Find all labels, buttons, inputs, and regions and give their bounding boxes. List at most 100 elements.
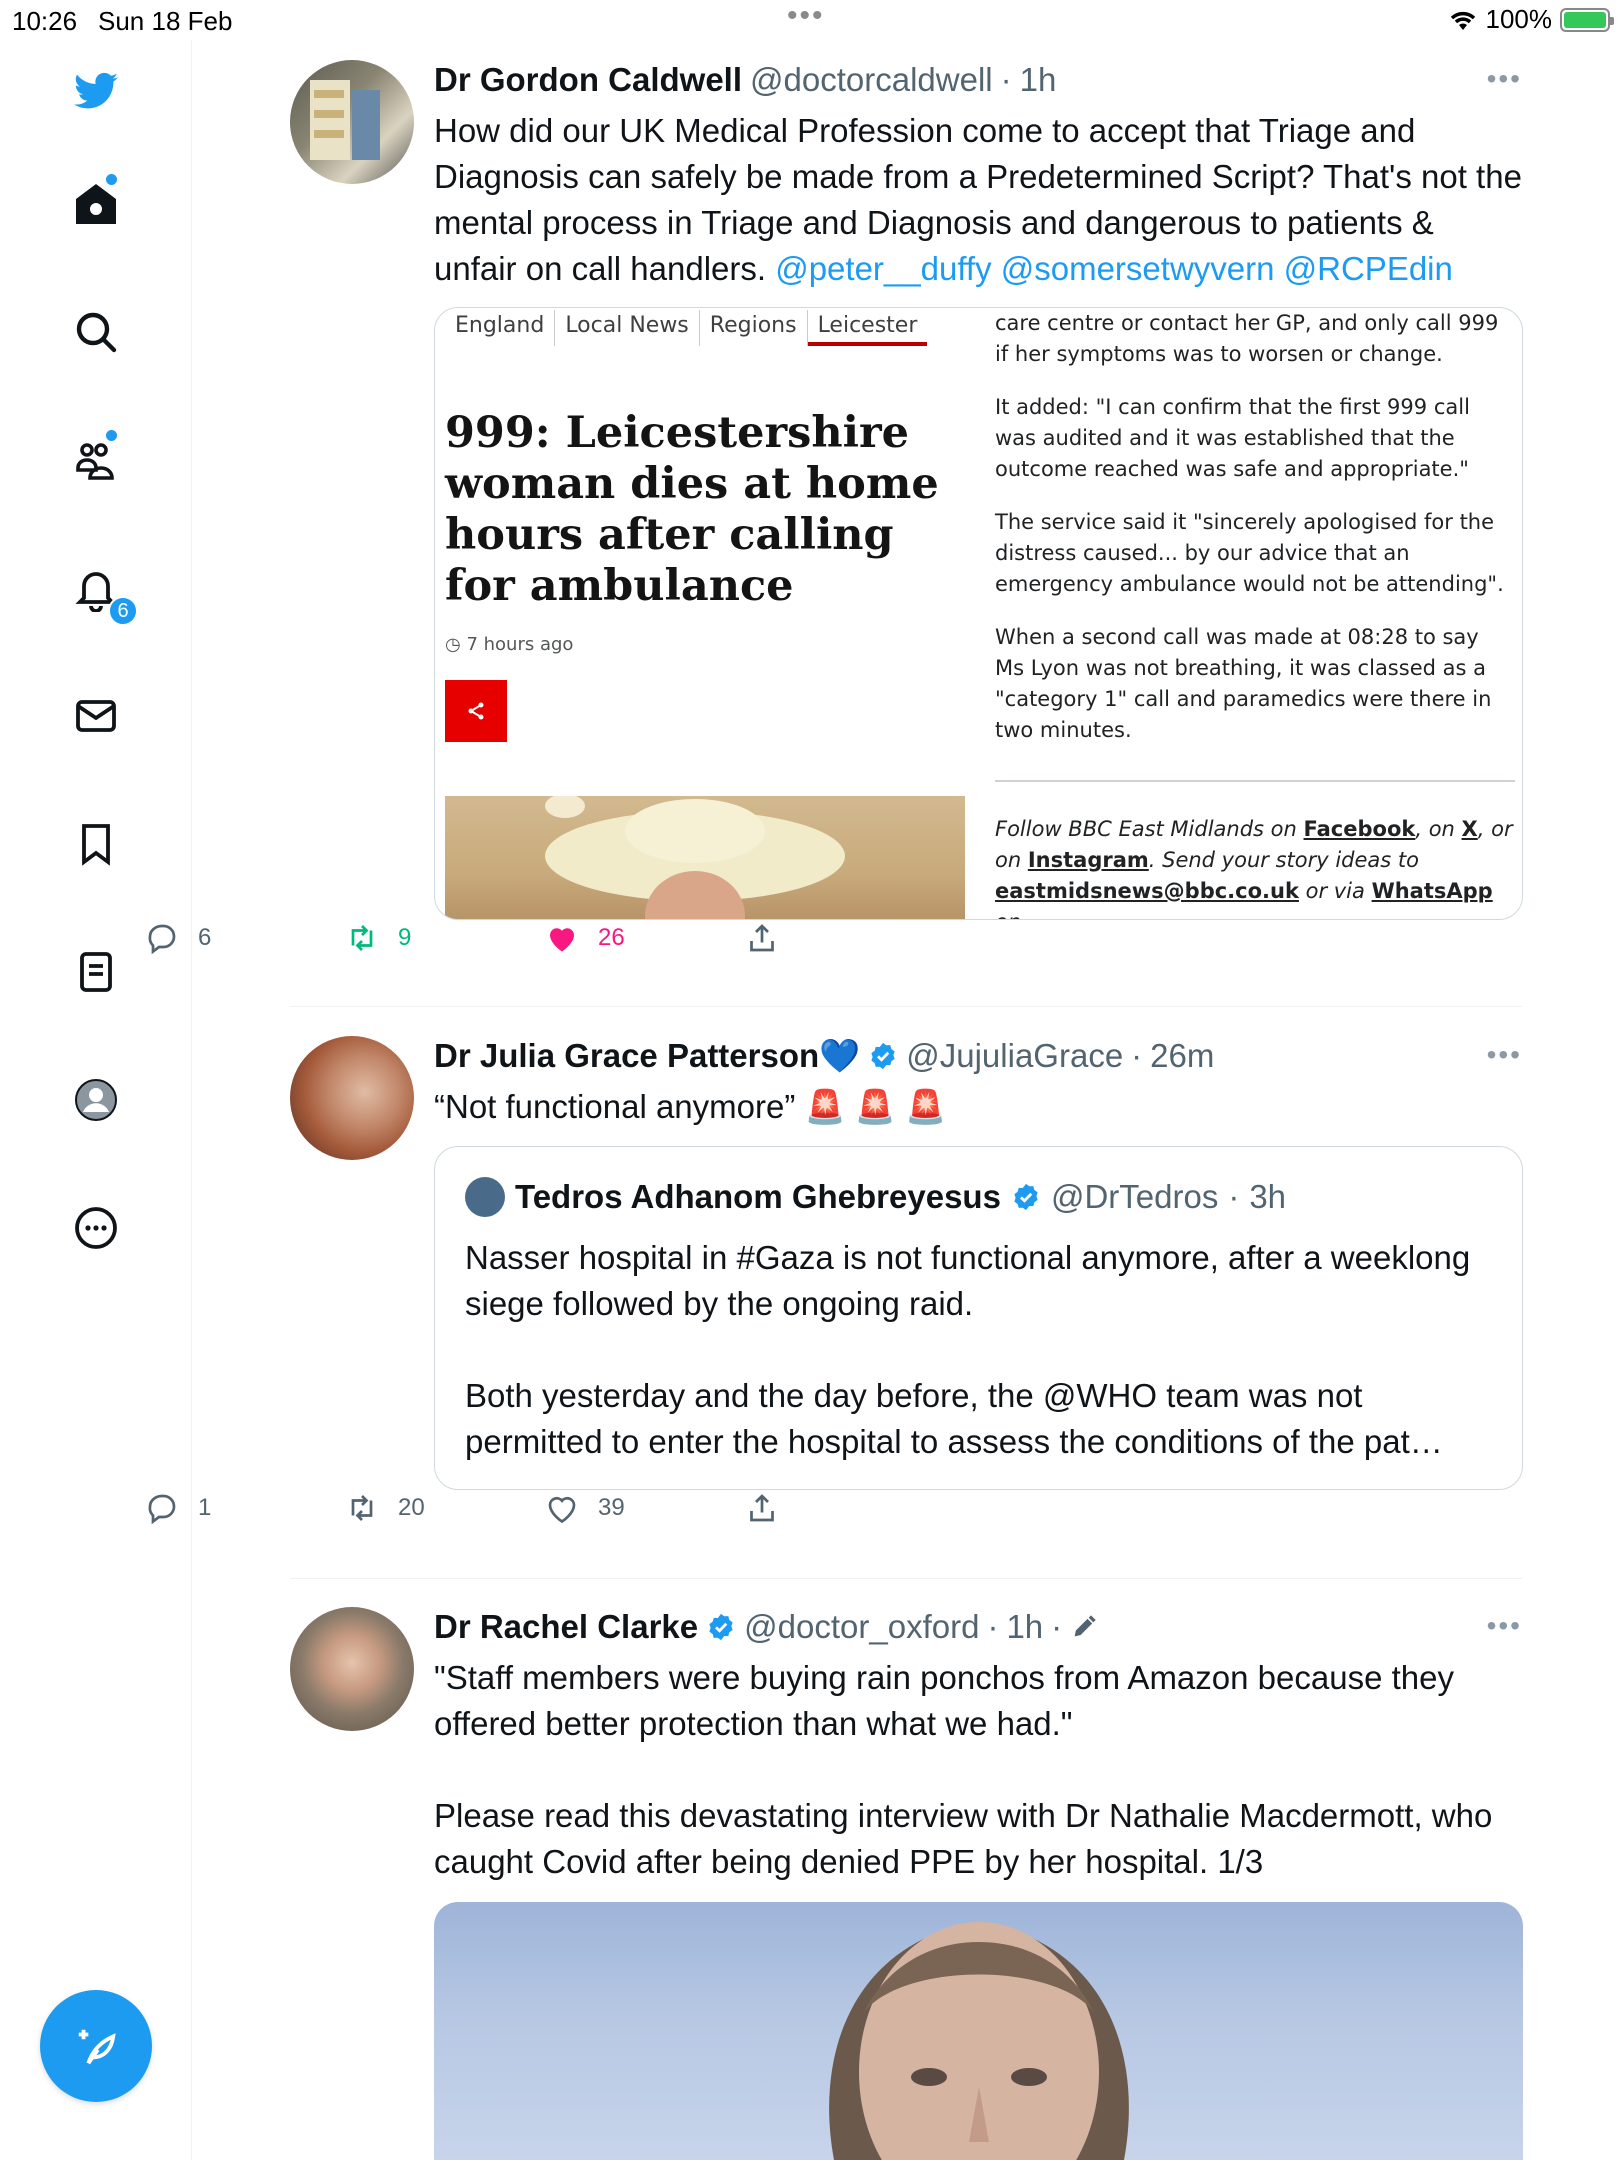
tweet-content: Dr Julia Grace Patterson💙 @JujuliaGrace … (434, 1036, 1522, 1130)
tweet-time[interactable]: 26m (1150, 1036, 1214, 1076)
tweet-media-image[interactable] (434, 1902, 1523, 2160)
reply-icon (148, 924, 176, 955)
tweet-more-icon[interactable]: ••• (1487, 65, 1522, 93)
author-handle[interactable]: @doctorcaldwell (750, 60, 993, 100)
tweet-mentions[interactable]: @peter__duffy @somersetwyvern @RCPEdin (775, 250, 1453, 287)
twitter-bird-icon[interactable] (66, 62, 126, 122)
follow-text: or via (1298, 879, 1372, 903)
separator-dot: · (1228, 1178, 1240, 1215)
reply-count: 6 (198, 924, 212, 951)
tweet-content: Dr Rachel Clarke @doctor_oxford · 1h · "… (434, 1607, 1522, 1885)
tweet-content: Dr Gordon Caldwell @doctorcaldwell · 1h … (434, 60, 1522, 292)
home-icon[interactable] (66, 174, 126, 234)
tweet-divider (290, 1578, 1522, 1579)
article-body: care centre or contact her GP, and only … (995, 308, 1510, 768)
share-upload-icon (750, 924, 774, 952)
multitasking-dots-icon[interactable]: ••• (787, 1, 825, 31)
clock-icon: ◷ (445, 634, 461, 655)
edited-pencil-icon[interactable] (1070, 1613, 1098, 1641)
quoted-tweet-time: 3h (1249, 1178, 1287, 1215)
avatar[interactable] (290, 1607, 414, 1731)
avatar[interactable] (290, 60, 414, 184)
like-button[interactable]: 39 (544, 1490, 625, 1526)
author-handle[interactable]: @JujuliaGrace (906, 1036, 1123, 1076)
quoted-tweet[interactable]: Tedros Adhanom Ghebreyesus @DrTedros · 3… (434, 1146, 1523, 1490)
article-divider (995, 780, 1515, 782)
verified-badge-icon (871, 1042, 895, 1070)
tweet-text: “Not functional anymore” 🚨 🚨 🚨 (434, 1088, 947, 1125)
portrait-photo (829, 1922, 1129, 2160)
status-right: 100% (1448, 4, 1614, 35)
compose-feather-icon[interactable] (40, 1990, 152, 2102)
tweet-header: Dr Gordon Caldwell @doctorcaldwell · 1h (434, 60, 1522, 100)
communities-unread-dot (106, 430, 117, 441)
article-nav-item-active: Leicester (807, 310, 928, 346)
follow-facebook: Facebook (1303, 817, 1416, 841)
follow-text: on (995, 910, 1021, 919)
separator-dot: · (1000, 61, 1012, 98)
like-count: 26 (598, 924, 625, 951)
reply-button[interactable]: 6 (144, 920, 211, 956)
share-button[interactable] (744, 1490, 780, 1526)
article-paragraph: The service said it "sincerely apologise… (995, 510, 1504, 596)
quoted-text-paragraph: Both yesterday and the day before, the @… (465, 1377, 1443, 1460)
messages-envelope-icon[interactable] (66, 686, 126, 746)
quoted-tweet-text: Nasser hospital in #Gaza is not function… (465, 1235, 1492, 1465)
author-name[interactable]: Dr Julia Grace Patterson💙 (434, 1036, 860, 1076)
tweet-text: How did our UK Medical Profession come t… (434, 108, 1522, 292)
follow-text: , on (1415, 817, 1462, 841)
quoted-avatar (465, 1177, 505, 1217)
tweet-time[interactable]: 1h (1006, 1607, 1043, 1647)
article-nav-item: England (445, 310, 556, 346)
article-time-text: 7 hours ago (466, 634, 574, 655)
reply-count: 1 (198, 1494, 212, 1521)
tweet-paragraph: Please read this devastating interview w… (434, 1797, 1493, 1880)
article-nav-item: Local News (555, 310, 700, 346)
status-date: Sun 18 Feb (98, 6, 233, 36)
avatar[interactable] (290, 1036, 414, 1160)
article-photo (445, 796, 965, 919)
follow-instagram: Instagram (1027, 848, 1149, 872)
lists-icon[interactable] (66, 942, 126, 1002)
article-headline: 999: Leicestershire woman dies at home h… (445, 408, 939, 611)
communities-icon[interactable] (66, 430, 126, 490)
separator-dot: · (987, 1608, 999, 1645)
follow-whatsapp: WhatsApp (1371, 879, 1493, 903)
status-bar: 10:26 Sun 18 Feb ••• 100% (0, 0, 1620, 40)
search-icon[interactable] (66, 302, 126, 362)
tweet-time[interactable]: 1h (1020, 60, 1057, 100)
heart-filled-icon (550, 928, 574, 952)
tweet-more-icon[interactable]: ••• (1487, 1612, 1522, 1640)
author-handle[interactable]: @doctor_oxford (744, 1607, 979, 1647)
tweet-header: Dr Rachel Clarke @doctor_oxford · 1h · (434, 1607, 1522, 1647)
article-nav-item: Regions (700, 310, 808, 346)
article-paragraph: It added: "I can confirm that the first … (995, 395, 1470, 481)
tweet-text: "Staff members were buying rain ponchos … (434, 1655, 1522, 1885)
retweet-button[interactable]: 9 (344, 920, 411, 956)
bookmark-icon[interactable] (66, 814, 126, 874)
retweet-button[interactable]: 20 (344, 1490, 425, 1526)
share-upload-icon (750, 1494, 774, 1522)
article-paragraph: care centre or contact her GP, and only … (995, 311, 1499, 366)
tweet-more-icon[interactable]: ••• (1487, 1041, 1522, 1069)
share-icon (445, 680, 507, 742)
status-time: 10:26 (12, 6, 78, 36)
like-count: 39 (598, 1494, 625, 1521)
more-circle-icon[interactable] (66, 1198, 126, 1258)
profile-avatar-icon[interactable] (66, 1070, 126, 1130)
article-time: ◷ 7 hours ago (445, 634, 573, 655)
follow-x: X (1461, 817, 1478, 841)
like-button[interactable]: 26 (544, 920, 625, 956)
sidebar: 6 (0, 40, 192, 2160)
battery-percent: 100% (1485, 4, 1553, 34)
reply-button[interactable]: 1 (144, 1490, 211, 1526)
retweet-count: 9 (398, 924, 412, 951)
tweet[interactable]: Dr Rachel Clarke @doctor_oxford · 1h · "… (290, 1607, 1522, 1907)
author-name[interactable]: Dr Rachel Clarke (434, 1607, 698, 1647)
heart-icon (548, 1496, 576, 1524)
tweet-media-image[interactable]: England Local News Regions Leicester 999… (434, 307, 1523, 920)
share-button[interactable] (744, 920, 780, 956)
tweet-divider (290, 1006, 1522, 1007)
notifications-badge: 6 (108, 596, 138, 626)
author-name[interactable]: Dr Gordon Caldwell (434, 60, 742, 100)
